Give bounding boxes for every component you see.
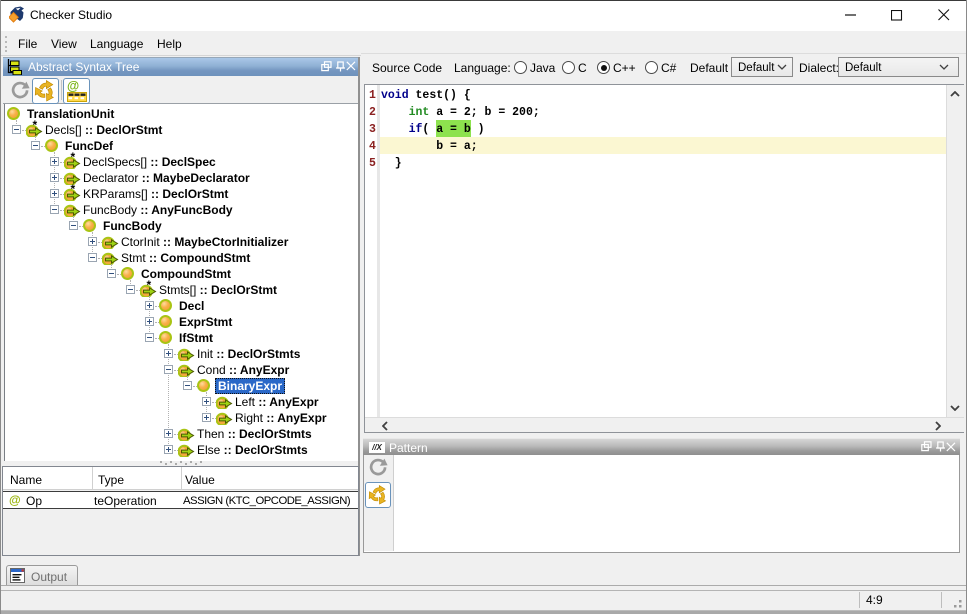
- svg-text:*: *: [71, 152, 76, 164]
- svg-text:*: *: [147, 280, 152, 292]
- svg-text:*: *: [33, 120, 38, 132]
- svg-text:*: *: [71, 184, 76, 196]
